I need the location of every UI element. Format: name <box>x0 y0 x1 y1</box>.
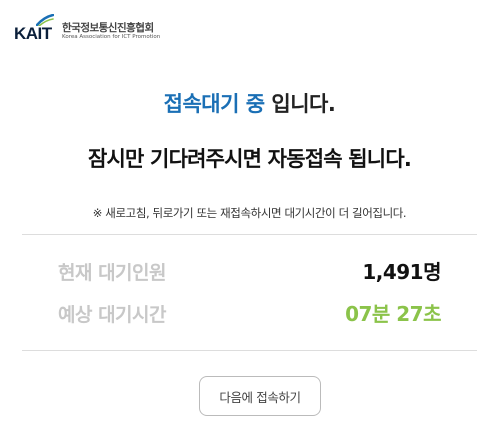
waiting-time-label: 예상 대기시간 <box>58 304 167 326</box>
auto-connect-message: 잠시만 기다려주시면 자동접속 됩니다. <box>87 147 412 171</box>
waiting-count-value: 1,491명 <box>362 260 441 284</box>
waiting-count-row: 현재 대기인원 1,491명 <box>58 256 441 285</box>
waiting-time-row: 예상 대기시간 07분 27초 <box>58 298 441 327</box>
queue-status-title-rest: 입니다. <box>264 92 336 116</box>
logo-mark-text: KAIT <box>14 24 52 43</box>
bottom-divider <box>22 350 477 351</box>
queue-status-title: 접속대기 중 입니다. <box>0 88 499 118</box>
connect-later-button[interactable]: 다음에 접속하기 <box>199 376 321 416</box>
waiting-count-label: 현재 대기인원 <box>58 262 167 284</box>
kait-logo-mark: KAIT <box>14 14 60 42</box>
top-divider <box>22 234 477 235</box>
kait-logo: KAIT 한국정보통신진흥협회 Korea Association for IC… <box>14 14 160 42</box>
waiting-time-value: 07분 27초 <box>345 302 441 326</box>
logo-name-en: Korea Association for ICT Promotion <box>62 34 161 40</box>
logo-name-ko: 한국정보통신진흥협회 <box>62 22 154 34</box>
refresh-warning-notice: ※ 새로고침, 뒤로가기 또는 재접속하시면 대기시간이 더 길어집니다. <box>92 206 407 220</box>
queue-status-highlight: 접속대기 중 <box>163 92 265 116</box>
